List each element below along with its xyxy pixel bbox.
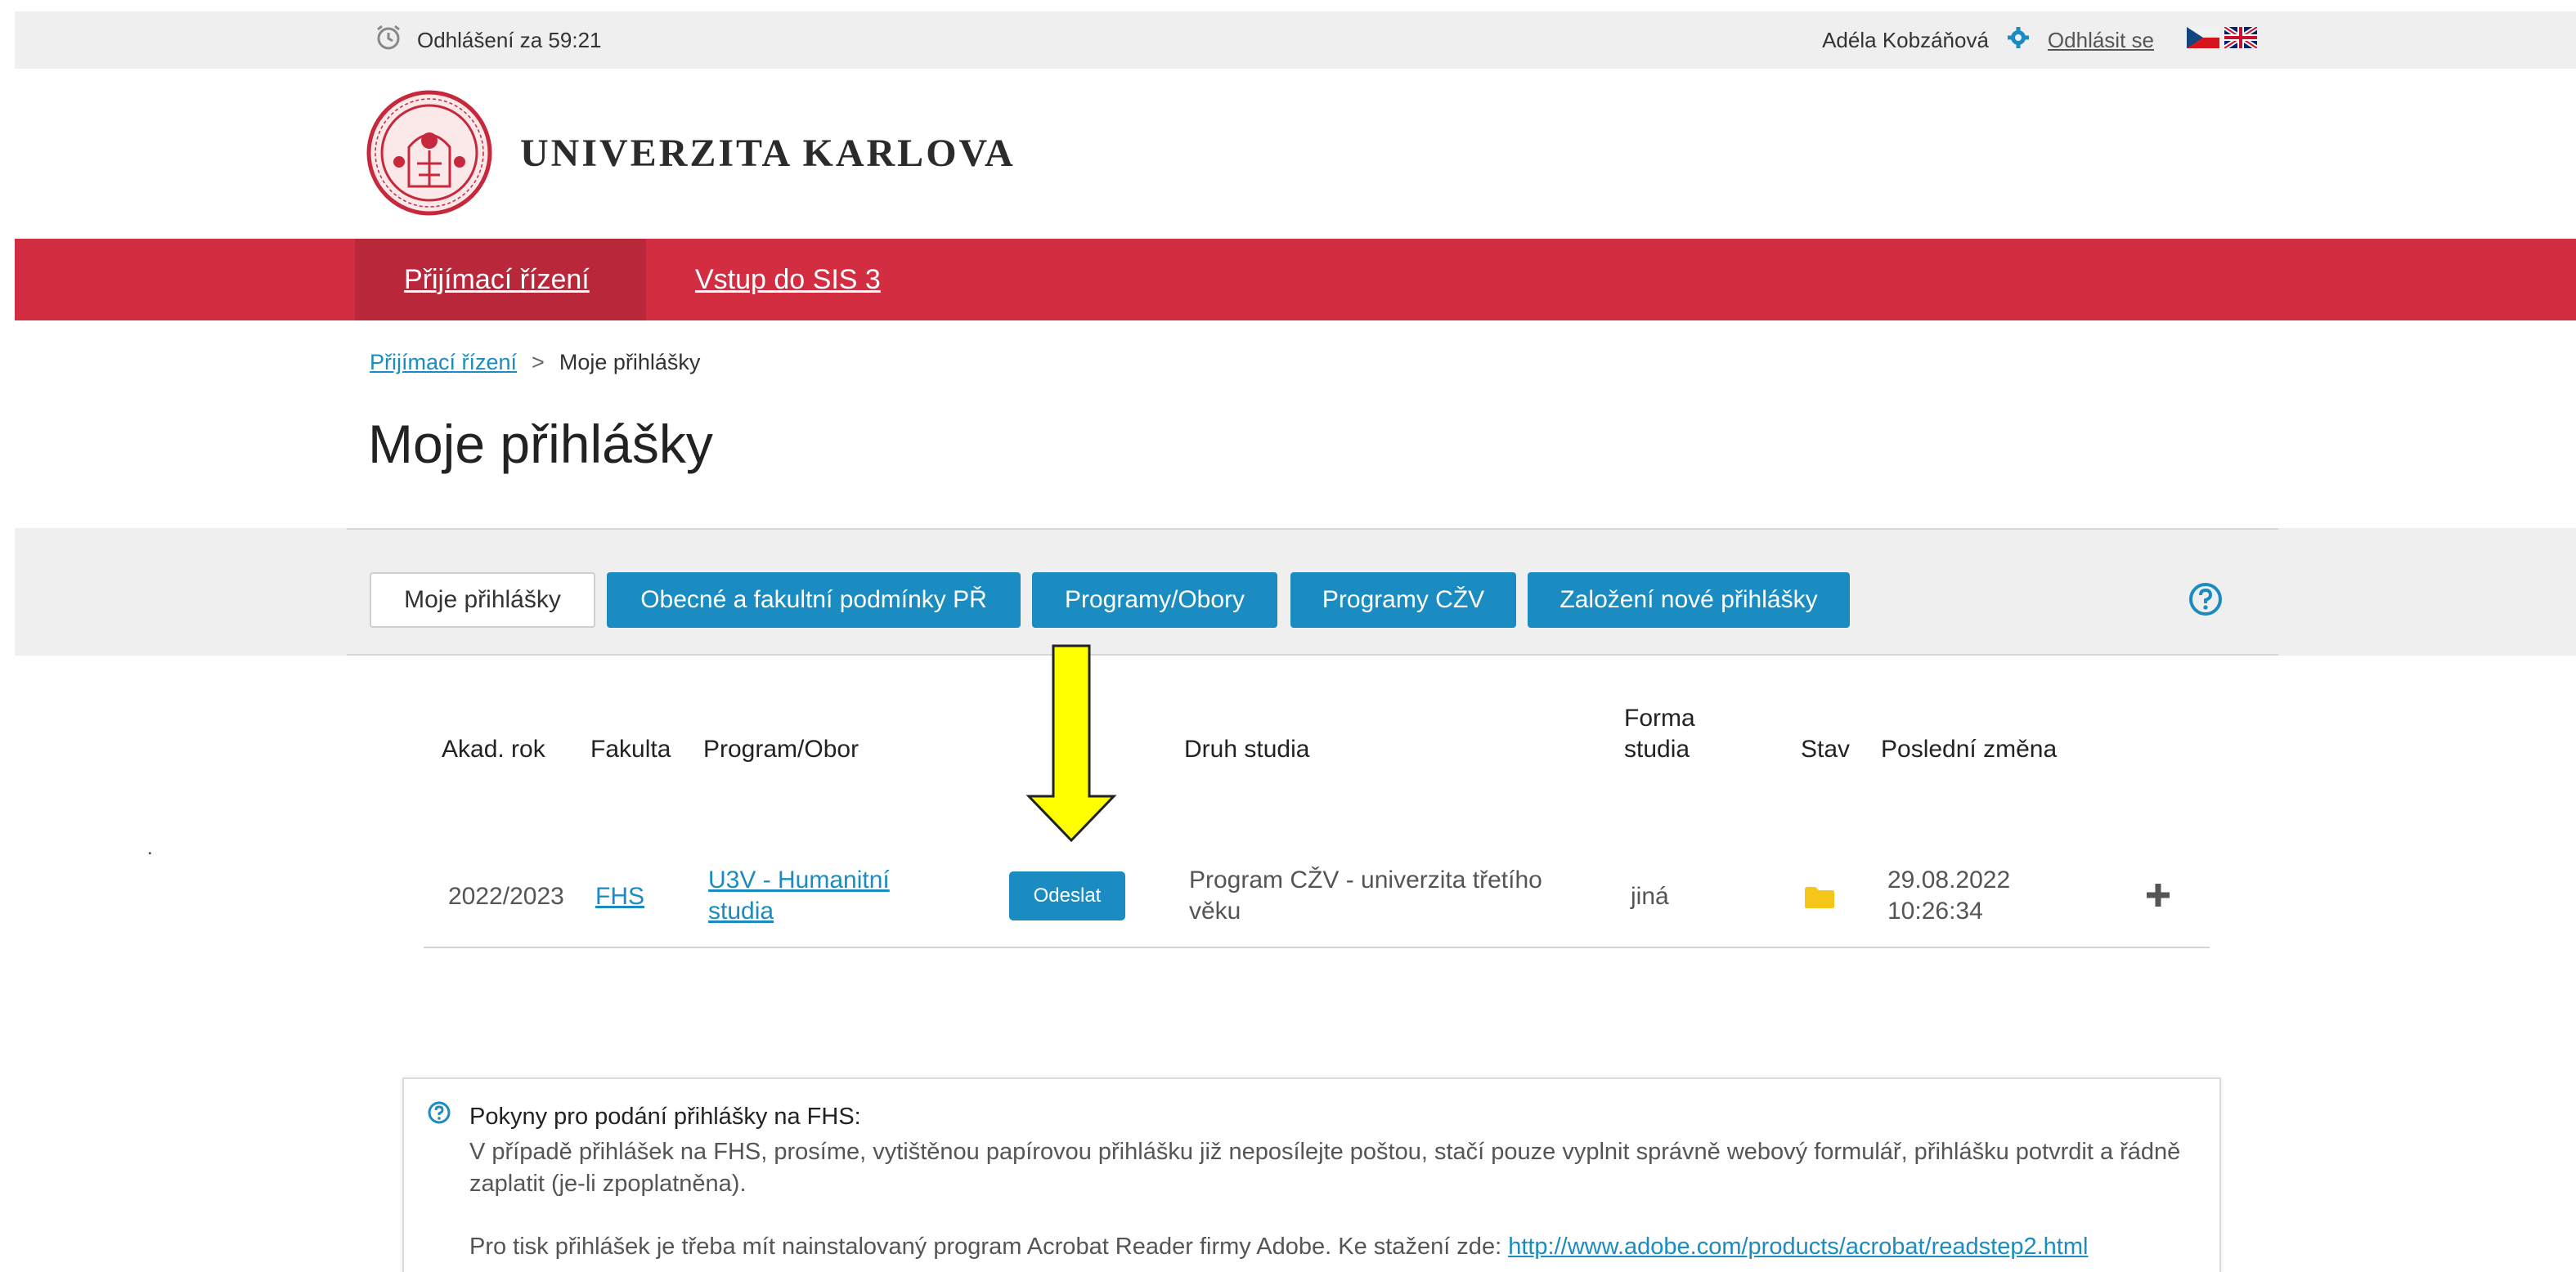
col-header-program: Program/Obor [703, 736, 859, 763]
nav-item-admission[interactable]: Přijímací řízení [355, 239, 646, 320]
table-row-divider [424, 947, 2210, 948]
breadcrumb-separator: > [532, 350, 545, 374]
col-header-last-change: Poslední změna [1881, 736, 2058, 763]
folder-icon[interactable] [1804, 886, 1835, 909]
timer-label: Odhlášení za 59:21 [417, 27, 602, 52]
toolbar-divider-bottom [347, 654, 2278, 656]
stray-dot: . [147, 837, 153, 859]
page-title: Moje přihlášky [368, 414, 713, 474]
cell-study-form: jiná [1631, 883, 1669, 910]
tab-czv-programs[interactable]: Programy CŽV [1290, 572, 1516, 628]
clock-icon [375, 24, 402, 57]
col-header-study-form: Forma studia [1624, 705, 1695, 763]
cell-faculty-link[interactable]: FHS [595, 881, 644, 912]
arrow-down-annotation [1025, 644, 1117, 844]
adobe-download-link[interactable]: http://www.adobe.com/products/acrobat/re… [1508, 1234, 2088, 1260]
cell-year: 2022/2023 [448, 883, 564, 910]
breadcrumb-link-admission[interactable]: Přijímací řízení [370, 350, 517, 375]
logout-link[interactable]: Odhlásit se [2048, 28, 2154, 53]
tab-programs[interactable]: Programy/Obory [1032, 572, 1277, 628]
info-download-text: Pro tisk přihlášek je třeba mít nainstal… [469, 1231, 2088, 1263]
info-download-label: Pro tisk přihlášek je třeba mít nainstal… [469, 1234, 1502, 1260]
breadcrumb: Přijímací řízení > Moje přihlášky [370, 350, 700, 375]
help-icon[interactable] [2188, 582, 2223, 616]
user-name: Adéla Kobzáňová [1822, 27, 1989, 52]
university-seal[interactable] [366, 90, 492, 216]
col-header-year: Akad. rok [442, 736, 545, 763]
language-switcher [2187, 24, 2259, 54]
logout-timer: Odhlášení za 59:21 [375, 11, 602, 69]
info-text: V případě přihlášek na FHS, prosíme, vyt… [469, 1139, 2181, 1197]
user-area: Adéla Kobzáňová Odhlásit se [1822, 11, 2259, 69]
toolbar-divider-top [347, 528, 2278, 530]
top-utility-bar: Odhlášení za 59:21 Adéla Kobzáňová Odhlá… [15, 11, 2576, 69]
university-name: UNIVERZITA KARLOVA [520, 132, 1016, 175]
info-box: Pokyny pro podání přihlášky na FHS: V př… [402, 1077, 2221, 1272]
breadcrumb-current: Moje přihlášky [559, 350, 701, 374]
info-icon [427, 1100, 451, 1125]
col-header-faculty: Fakulta [590, 736, 671, 763]
col-header-study-type: Druh studia [1184, 736, 1310, 763]
page: Odhlášení za 59:21 Adéla Kobzáňová Odhlá… [0, 0, 2576, 1272]
cell-study-type: Program CŽV - univerzita třetího věku [1189, 867, 1542, 925]
plus-icon[interactable] [2144, 881, 2172, 909]
settings-icon[interactable] [2007, 26, 2030, 55]
col-header-state: Stav [1801, 736, 1851, 763]
nav-item-sis3[interactable]: Vstup do SIS 3 [646, 239, 930, 320]
info-title: Pokyny pro podání přihlášky na FHS: [469, 1104, 861, 1130]
flag-cz-icon[interactable] [2187, 26, 2219, 54]
tab-general-conditions[interactable]: Obecné a fakultní podmínky PŘ [607, 572, 1021, 628]
tab-new-application[interactable]: Založení nové přihlášky [1528, 572, 1850, 628]
flag-uk-icon[interactable] [2223, 24, 2259, 54]
send-button[interactable]: Odeslat [1009, 871, 1125, 920]
cell-program-link[interactable]: U3V - Humanitní studia [708, 865, 921, 927]
cell-last-change: 29.08.2022 10:26:34 [1887, 867, 2011, 925]
tab-my-applications[interactable]: Moje přihlášky [370, 572, 595, 628]
